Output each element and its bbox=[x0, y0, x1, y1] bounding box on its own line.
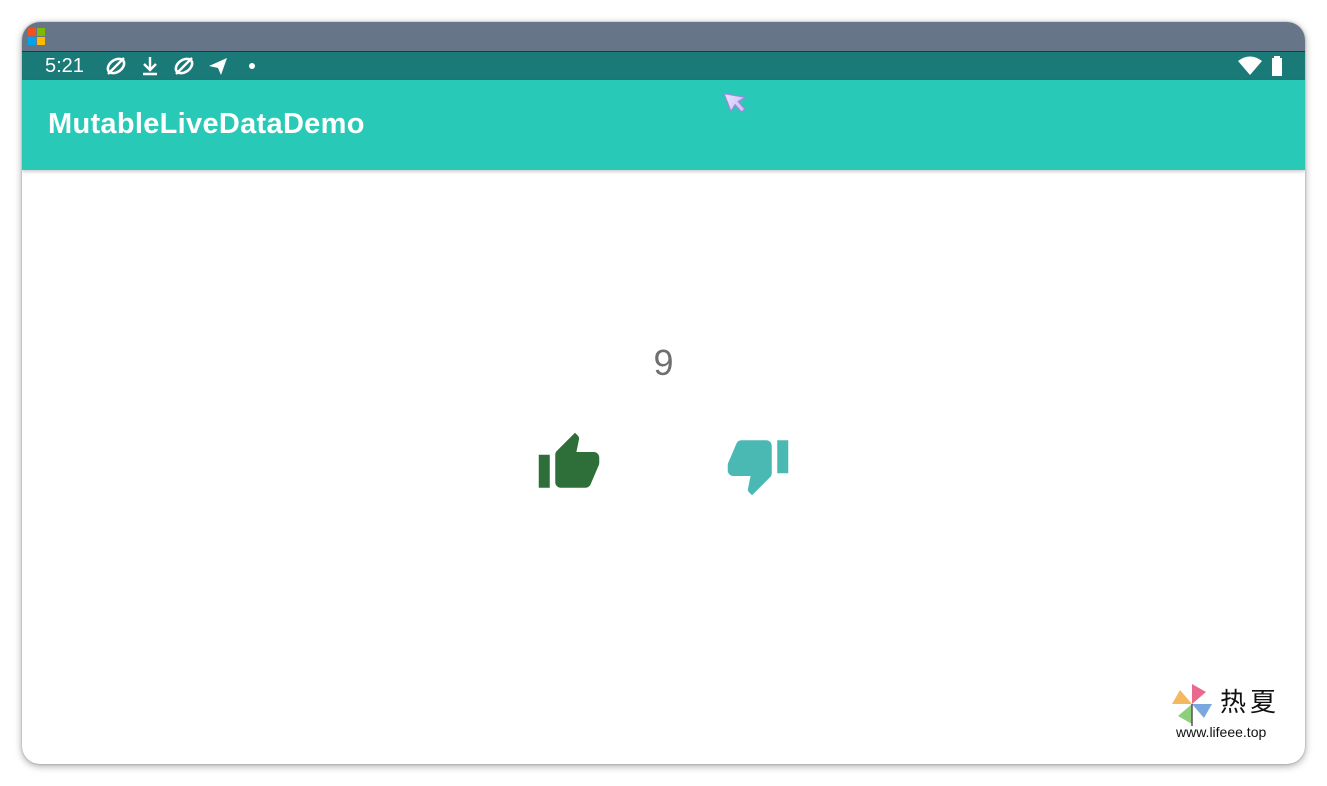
no-sync-icon bbox=[173, 55, 195, 77]
download-icon bbox=[139, 55, 161, 77]
dot-icon bbox=[241, 55, 263, 77]
thumb-up-icon bbox=[538, 432, 600, 488]
status-time: 5:21 bbox=[45, 55, 84, 77]
windows-logo-icon bbox=[28, 28, 46, 46]
mouse-cursor-icon bbox=[722, 86, 752, 116]
watermark-chinese-text: 热夏 bbox=[1220, 688, 1281, 718]
watermark: 热夏 www.lifeee.top bbox=[1170, 682, 1290, 742]
app-bar: MutableLiveDataDemo bbox=[22, 80, 1305, 170]
status-system-icons bbox=[1237, 55, 1283, 77]
app-title: MutableLiveDataDemo bbox=[48, 108, 365, 140]
like-button[interactable] bbox=[536, 430, 602, 496]
screen: 5:21 MutableLiveDataDemo 9 热夏 www.lifeee… bbox=[0, 0, 1327, 786]
pinwheel-logo-icon bbox=[1172, 684, 1212, 726]
status-notification-icons bbox=[105, 55, 275, 77]
battery-icon bbox=[1271, 56, 1283, 76]
dislike-button[interactable] bbox=[725, 432, 791, 498]
wifi-icon bbox=[1237, 56, 1263, 76]
window-titlebar[interactable] bbox=[22, 22, 1305, 51]
emulator-window: 5:21 MutableLiveDataDemo 9 热夏 www.lifeee… bbox=[22, 22, 1305, 764]
watermark-url: www.lifeee.top bbox=[1176, 724, 1267, 740]
thumb-down-icon bbox=[727, 440, 789, 496]
send-icon bbox=[207, 55, 229, 77]
like-counter: 9 bbox=[653, 342, 674, 383]
no-sync-icon bbox=[105, 55, 127, 77]
status-bar: 5:21 bbox=[22, 51, 1305, 80]
